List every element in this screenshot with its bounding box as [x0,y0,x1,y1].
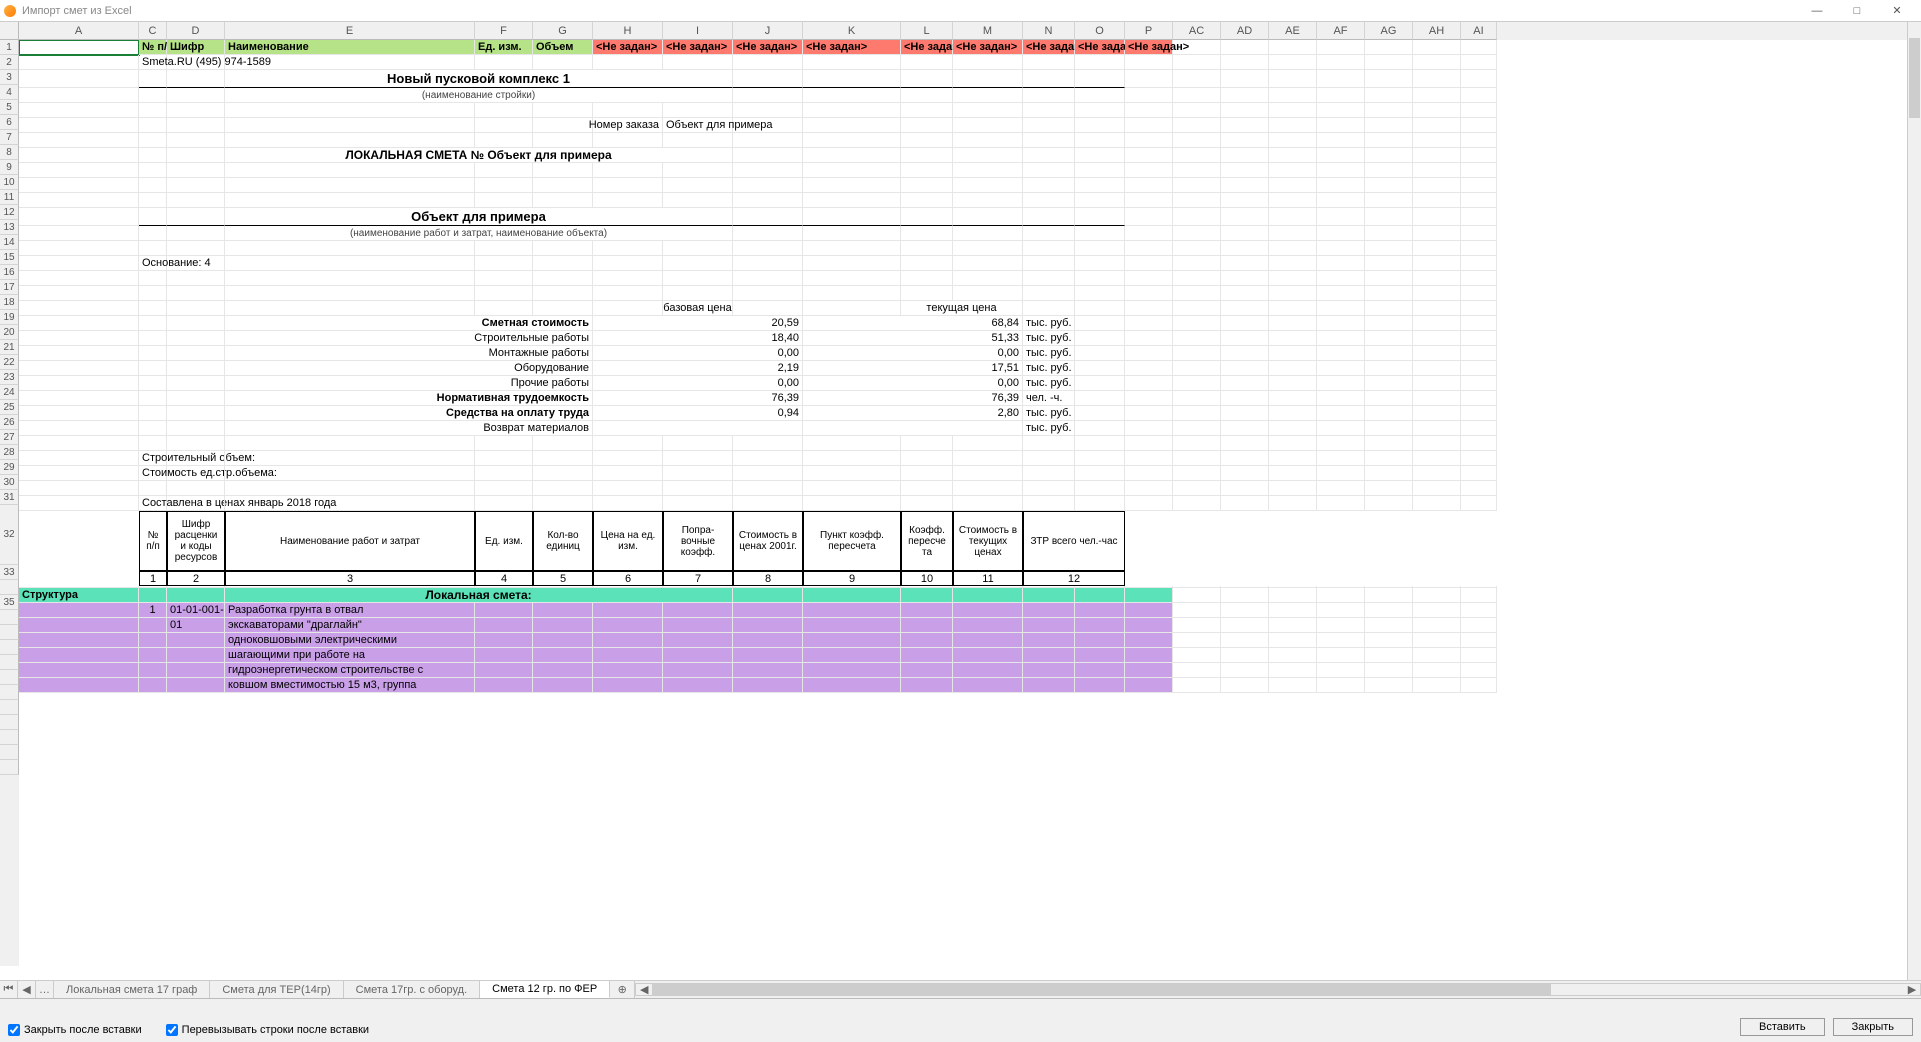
row-headers[interactable]: 1234567891011121314151617181920212223242… [0,40,19,966]
tab-sheet2[interactable]: Смета для ТЕР(14гр) [210,981,343,998]
app-icon [4,5,16,17]
col-header-N[interactable]: N [1023,22,1075,40]
col-header-I[interactable]: I [663,22,733,40]
tab-add[interactable]: ⊕ [610,981,635,998]
col-header-J[interactable]: J [733,22,803,40]
col-header-E[interactable]: E [225,22,475,40]
close-button[interactable]: ✕ [1877,0,1917,22]
col-header-D[interactable]: D [167,22,225,40]
tab-nav-first[interactable]: ⏮ [0,981,18,998]
hscroll-thumb[interactable] [652,984,1551,995]
col-header-F[interactable]: F [475,22,533,40]
col-header-C[interactable]: C [139,22,167,40]
sheet-tab-bar: ⏮ ◀ … Локальная смета 17 граф Смета для … [0,980,1921,998]
titlebar: Импорт смет из Excel — □ ✕ [0,0,1921,22]
close-after-insert-checkbox[interactable]: Закрыть после вставки [8,1024,142,1036]
tab-nav-prev[interactable]: ◀ [18,981,36,998]
horizontal-scrollbar[interactable]: ◀ ▶ [635,981,1921,998]
col-header-L[interactable]: L [901,22,953,40]
cells-area[interactable]: № п/пШифрНаименованиеЕд. изм.Объем<Не за… [19,40,1907,966]
column-headers[interactable]: ACDEFGHIJKLMNOPACADAEAFAGAHAI [19,22,1907,40]
tab-sheet1[interactable]: Локальная смета 17 граф [54,981,210,998]
recall-rows-label: Перевызывать строки после вставки [182,1024,369,1036]
col-header-M[interactable]: M [953,22,1023,40]
recall-rows-checkbox[interactable]: Перевызывать строки после вставки [166,1024,369,1036]
vertical-scrollbar[interactable] [1907,22,1921,980]
vertical-scroll-thumb[interactable] [1909,38,1920,118]
col-header-P[interactable]: P [1125,22,1173,40]
recall-rows-input[interactable] [166,1024,178,1036]
col-header-O[interactable]: O [1075,22,1125,40]
window-title: Импорт смет из Excel [22,5,1797,17]
insert-button[interactable]: Вставить [1740,1018,1825,1036]
col-header-G[interactable]: G [533,22,593,40]
close-after-insert-label: Закрыть после вставки [24,1024,142,1036]
col-header-AE[interactable]: AE [1269,22,1317,40]
col-header-A[interactable]: A [19,22,139,40]
tab-sheet3[interactable]: Смета 17гр. с оборуд. [344,981,481,998]
hscroll-right[interactable]: ▶ [1904,984,1920,995]
status-bar: Закрыть после вставки Перевызывать строк… [0,998,1921,1042]
spreadsheet: ACDEFGHIJKLMNOPACADAEAFAGAHAI 1234567891… [0,22,1921,980]
col-header-AG[interactable]: AG [1365,22,1413,40]
col-header-AD[interactable]: AD [1221,22,1269,40]
col-header-K[interactable]: K [803,22,901,40]
col-header-AC[interactable]: AC [1173,22,1221,40]
minimize-button[interactable]: — [1797,0,1837,22]
close-dialog-button[interactable]: Закрыть [1833,1018,1913,1036]
col-header-AH[interactable]: AH [1413,22,1461,40]
close-after-insert-input[interactable] [8,1024,20,1036]
tab-sheet4[interactable]: Смета 12 гр. по ФЕР [480,981,610,998]
maximize-button[interactable]: □ [1837,0,1877,22]
col-header-AI[interactable]: AI [1461,22,1497,40]
hscroll-left[interactable]: ◀ [636,984,652,995]
col-header-AF[interactable]: AF [1317,22,1365,40]
tab-nav-dots[interactable]: … [36,981,54,998]
select-all-corner[interactable] [0,22,19,40]
col-header-H[interactable]: H [593,22,663,40]
